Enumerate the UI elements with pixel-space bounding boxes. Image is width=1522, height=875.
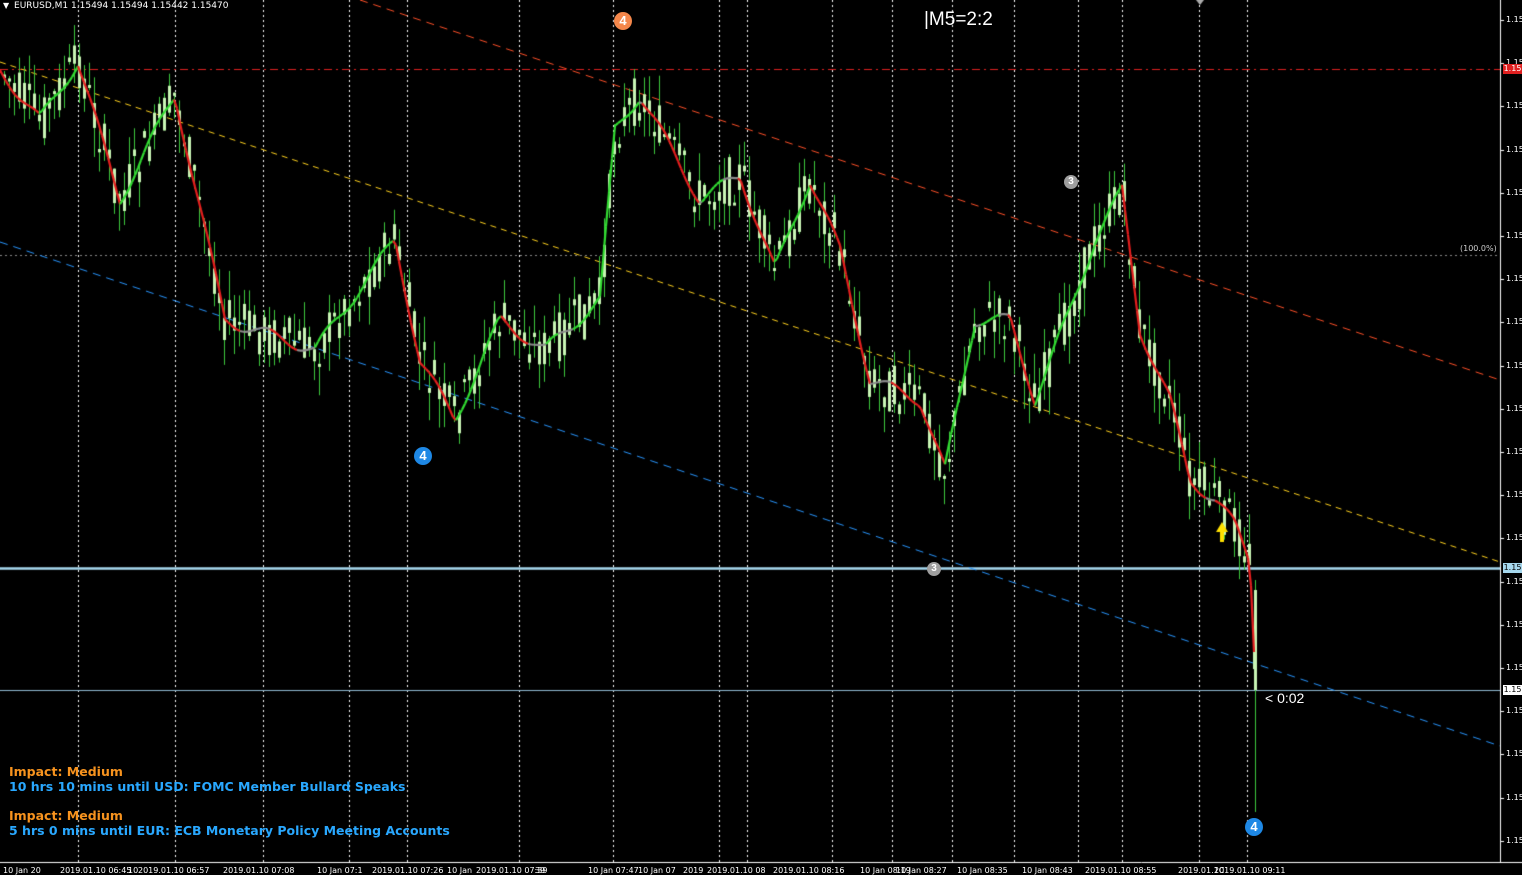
time-tick-label: 10 Jan 07:1 [317,866,363,875]
symbol-header: ▼ EURUSD,M1 1.15494 1.15494 1.15442 1.15… [3,1,228,11]
price-tick-label: 1.15 [1506,619,1522,629]
symbol-name: EURUSD,M1 [14,1,69,11]
time-tick-label: 2019.01.10 08:55 [1085,866,1157,875]
time-tick-label: 2019 [683,866,704,875]
news-impact: Impact: Medium [9,808,123,823]
price-tick-label: 1.15 [1506,403,1522,413]
price-tick-label: 1.15 [1506,274,1522,284]
time-tick-label: 2019.01.10 07:08 [223,866,295,875]
price-tick-label: 1.15 [1506,490,1522,500]
time-tick-label: 39 [535,866,546,875]
price-tick-label: 1.15 [1506,15,1522,24]
time-tick-label: 2019.01.10 06:57 [138,866,210,875]
time-tick-label: 2019.01.10 08:16 [773,866,845,875]
wave-marker: 4 [614,12,632,30]
price-tag-cyan: 1.15 [1503,563,1522,573]
price-tick-label: 1.15 [1506,576,1522,586]
news-event: 10 hrs 10 mins until USD: FOMC Member Bu… [9,779,406,794]
price-tick-label: 1.15 [1506,317,1522,327]
fib-level-label: (100.0%) [1460,244,1497,253]
time-tick-label: 2019.01.10 07:26 [372,866,444,875]
price-tick-label: 1.15 [1506,706,1522,716]
dropdown-triangle-icon[interactable]: ▼ [3,1,9,10]
time-tick-label: 10 [128,866,139,875]
time-tick-label: 2019.01.10 09:11 [1214,866,1286,875]
price-tick-label: 1.15 [1506,749,1522,759]
wave-marker: 4 [1245,818,1263,836]
time-tick-label: 10 Jan 08:43 [1022,866,1073,875]
time-tick-label: 10 Jan 08:27 [896,866,947,875]
price-tick-label: 1.15 [1506,792,1522,802]
price-tick-label: 1.15 [1506,187,1522,197]
time-tick-label: 2019.01.10 08 [707,866,766,875]
price-tag-red: 1.15 [1503,64,1522,74]
news-event: 5 hrs 0 mins until EUR: ECB Monetary Pol… [9,823,450,838]
time-tick-label: 10 Jan 08:35 [957,866,1008,875]
wave-marker: 3 [927,562,941,576]
wave-marker: 4 [414,447,432,465]
price-tick-label: 1.15 [1506,533,1522,543]
news-item: Impact: Medium 5 hrs 0 mins until EUR: E… [9,808,450,838]
time-tick-label: 10 Jan [447,866,473,875]
price-tick-label: 1.15 [1506,663,1522,672]
price-tick-label: 1.15 [1506,231,1522,240]
price-chart-canvas[interactable] [0,0,1522,875]
price-tick-label: 1.15 [1506,447,1522,456]
price-tick-label: 1.15 [1506,360,1522,370]
time-tick-label: 10 Jan 20 [3,866,41,875]
wave-marker: 3 [1064,175,1078,189]
price-tick-label: 1.15 [1506,101,1522,111]
bar-countdown-label: < 0:02 [1265,690,1305,706]
news-item: Impact: Medium 10 hrs 10 mins until USD:… [9,764,405,794]
time-tick-label: 10 Jan 07:47 [588,866,639,875]
m5-overlay-label: |M5=2:2 [924,9,993,30]
ohlc-values: 1.15494 1.15494 1.15442 1.15470 [71,1,229,11]
price-tag-current: 1.15 [1503,685,1522,695]
news-impact: Impact: Medium [9,764,123,779]
price-tick-label: 1.15 [1506,835,1522,845]
price-tick-label: 1.15 [1506,144,1522,154]
time-tick-label: 10 Jan 07 [638,866,676,875]
time-tick-label: 2019.01.10 06:45 [60,866,132,875]
